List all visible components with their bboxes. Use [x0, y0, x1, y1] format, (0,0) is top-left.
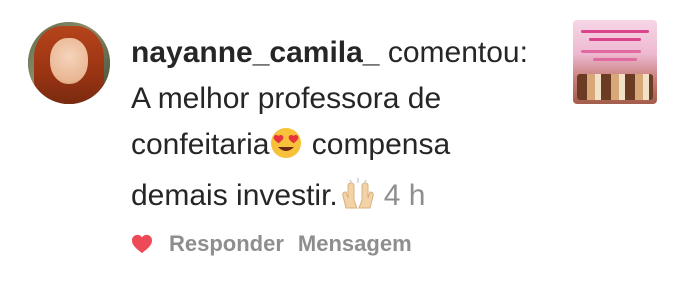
username[interactable]: nayanne_camila_: [131, 36, 379, 69]
message-button[interactable]: Mensagem: [298, 231, 412, 257]
commented-label: comentou:: [387, 36, 528, 69]
thumbnail-text-line: [581, 30, 649, 33]
avatar-face: [50, 38, 88, 84]
avatar[interactable]: [28, 22, 110, 104]
thumbnail-text-line: [581, 50, 641, 53]
thumbnail-text-line: [589, 38, 641, 41]
heart-icon[interactable]: [131, 234, 153, 254]
comment-notification[interactable]: nayanne_camila_ comentou: A melhor profe…: [0, 0, 683, 287]
thumbnail-text-line: [593, 58, 637, 61]
comment-body: nayanne_camila_ comentou: A melhor profe…: [131, 30, 551, 224]
thumbnail-cakes-image: [577, 74, 653, 100]
timestamp: 4 h: [383, 179, 426, 212]
heart-eyes-emoji-icon: [269, 127, 303, 173]
comment-actions: Responder Mensagem: [131, 226, 426, 262]
raising-hands-emoji-icon: [338, 178, 378, 224]
post-thumbnail[interactable]: [573, 20, 657, 104]
reply-button[interactable]: Responder: [169, 231, 284, 257]
